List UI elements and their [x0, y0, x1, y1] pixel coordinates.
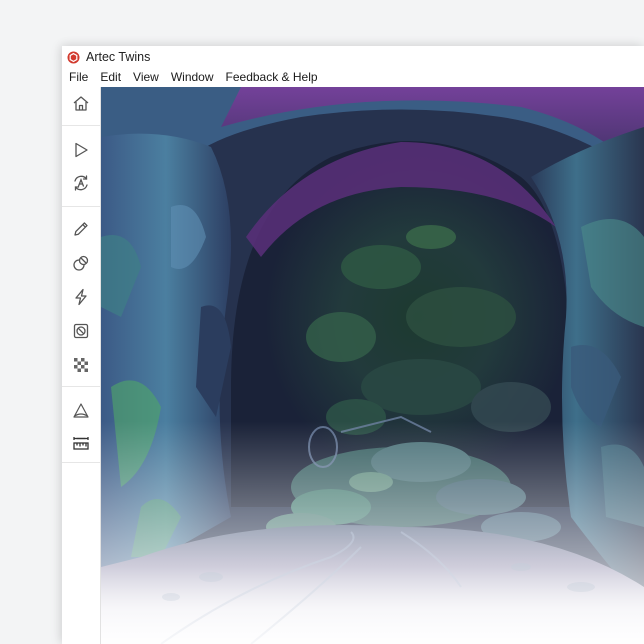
eraser-tool-button[interactable]: [62, 248, 100, 278]
triangle-mesh-icon: [73, 403, 89, 418]
tool-sidebar: [62, 87, 101, 644]
auto-mode-icon: [74, 175, 88, 191]
toolbar-separator: [62, 462, 100, 463]
menu-view[interactable]: View: [127, 68, 165, 87]
menu-edit[interactable]: Edit: [94, 68, 127, 87]
toolbar-separator: [62, 125, 100, 126]
home-tool-button[interactable]: [62, 89, 100, 119]
play-icon: [75, 142, 88, 158]
menu-window[interactable]: Window: [165, 68, 220, 87]
auto-mode-tool-button[interactable]: [62, 168, 100, 198]
fast-fusion-tool-button[interactable]: [62, 282, 100, 312]
checkerboard-icon: [74, 358, 88, 372]
texture-tool-button[interactable]: [62, 350, 100, 380]
play-tool-button[interactable]: [62, 135, 100, 165]
toolbar-separator: [62, 386, 100, 387]
title-bar: Artec Twins: [62, 46, 644, 68]
menu-file[interactable]: File: [62, 68, 94, 87]
3d-viewport[interactable]: [101, 87, 644, 644]
circle-slash-icon: [73, 323, 89, 339]
menu-feedback-help[interactable]: Feedback & Help: [220, 68, 324, 87]
pencil-icon: [74, 222, 88, 236]
home-icon: [73, 96, 89, 111]
mesh-tool-button[interactable]: [62, 396, 100, 426]
menu-bar: File Edit View Window Feedback & Help: [62, 68, 644, 87]
tunnel-scan-render: [101, 87, 644, 644]
edit-tool-button[interactable]: [62, 214, 100, 244]
ruler-icon: [73, 437, 89, 450]
measure-tool-button[interactable]: [62, 428, 100, 458]
app-window: Artec Twins File Edit View Window Feedba…: [62, 46, 644, 644]
app-title: Artec Twins: [86, 50, 151, 64]
eraser-icon: [73, 255, 89, 271]
artec-logo-icon: [67, 51, 80, 64]
toolbar-separator: [62, 206, 100, 207]
lightning-icon: [75, 288, 87, 306]
defeature-tool-button[interactable]: [62, 316, 100, 346]
